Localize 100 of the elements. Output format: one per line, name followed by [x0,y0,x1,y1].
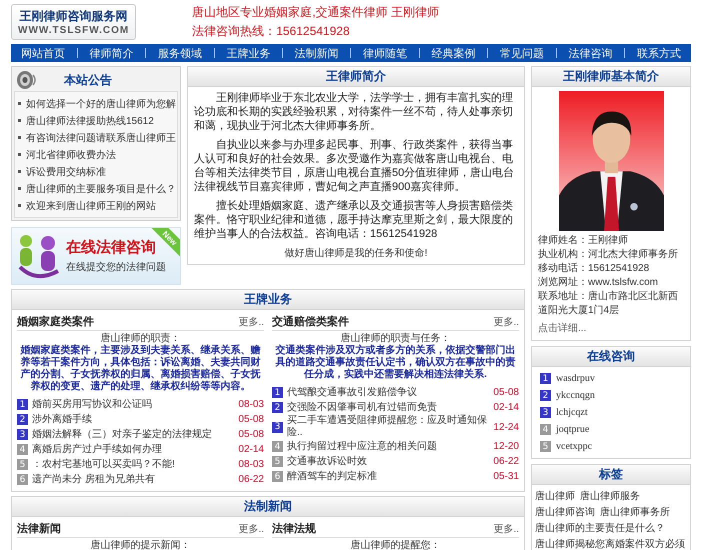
more-link[interactable]: 更多.. [238,522,264,536]
panel-title: 王刚律师基本简介 [563,68,659,85]
lead-text: 唐山律师的提示新闻： [90,540,192,550]
section-subtitle: 交通赔偿类案件 [272,314,349,329]
nav-link[interactable]: 法律咨询 [568,46,613,60]
article-date: 08-03 [238,399,264,410]
logo-url: WWW.TSLSFW.COM [18,25,130,36]
user-link[interactable]: wasdrpuv [556,373,595,384]
article-date: 05-08 [238,414,264,425]
site-logo[interactable]: 王刚律师咨询服务网 WWW.TSLSFW.COM [11,4,136,40]
intro-paragraph: 擅长处理婚姻家庭、遗产继承以及交通损害等人身损害赔偿类案件。恪守职业纪律和道德，愿手持达摩克里斯之剑，最大限度的维护当事人的合法权益。咨询电话：15612541928 [194,199,514,241]
article-link[interactable]: 遗产尚未分 房租为兄弟共有 [32,474,234,486]
bullet-icon [18,119,21,122]
lead-text: 唐山律师的职责： [100,333,182,344]
section-subtitle: 法律法规 [272,522,316,536]
number-badge: 5 [17,459,28,470]
article-date: 06-22 [493,456,519,467]
lead-text: 唐山律师的职责与任务： [340,333,452,344]
number-badge: 2 [272,402,283,413]
tag-link[interactable]: 唐山律师 [535,490,575,504]
article-link[interactable]: 代驾酿交通事故引发赔偿争议 [287,386,490,398]
panel-title: 在线咨询 [587,348,635,365]
nav-link[interactable]: 经典案例 [432,46,476,60]
article-link[interactable]: 婚姻法解释（三）对亲子鉴定的法律规定 [32,428,234,440]
article-date: 02-14 [238,444,264,455]
profile-info: 联系地址：唐山市路北区北新西道阳光大厦1门4层 [538,290,679,318]
tag-link[interactable]: 唐山律师服务 [580,490,640,504]
notice-link[interactable]: 唐山律师的主要服务项目是什么？ [26,182,176,196]
bullet-icon [18,102,21,105]
intro-paragraph: 自执业以来参与办理多起民事、刑事、行政类案件，获得当事人认可和良好的社会效果。多次受邀作为嘉宾做客唐山电视台、电台等相关法律类节目，原唐山电视台直播50分值班律师，唐山电台法律视线节目嘉宾律师，曹妃甸之声直播900嘉宾律师。 [194,138,516,194]
article-link[interactable]: 交强险不因肇事司机有过错而免责 [287,402,490,414]
user-link[interactable]: lchjcqzt [556,407,588,418]
article-link[interactable]: 涉外离婚手续 [32,414,234,426]
lead-text: 唐山律师的提醒您： [350,540,442,550]
panel-title: 王律师简介 [326,68,386,85]
tag-link[interactable]: 唐山律师揭秘您离婚案件双方必须 [535,538,685,550]
number-badge: 4 [272,441,283,452]
section-subtitle: 法律新闻 [17,522,61,536]
article-link[interactable]: 离婚后房产过户手续如何办理 [32,444,234,456]
notice-link[interactable]: 如何选择一个好的唐山律师为您解 [26,96,176,110]
bullet-icon [18,204,21,207]
more-link[interactable]: 更多.. [493,522,519,536]
more-link[interactable]: 更多.. [238,314,264,328]
user-link[interactable]: joqtprue [556,424,590,435]
intro-footer: 做好唐山律师是我的任务和使命! [194,246,518,260]
tag-link[interactable]: 唐山律师咨询 [535,506,595,520]
bullet-icon [18,153,21,156]
details-link[interactable]: 点击详细... [538,321,586,335]
hotline-text: 法律咨询热线：15612541928 [192,23,351,40]
bullet-icon [18,187,21,190]
profile-info: 浏览网址：www.tslsfw.com [538,276,660,290]
nav-link[interactable]: 联系方式 [637,46,682,60]
article-link[interactable]: 执行拘留过程中应注意的相关问题 [287,440,490,452]
article-date: 12-24 [493,422,519,432]
user-link[interactable]: ykccnqgn [556,390,595,401]
number-badge: 3 [272,422,283,432]
article-link[interactable]: 买二手车遭遇受阻律师提醒您：应及时通知保险.. [287,415,490,439]
section-subtitle: 婚姻家庭类案件 [17,314,94,329]
number-badge: 4 [17,444,28,455]
number-badge: 1 [540,373,551,384]
article-date: 05-08 [238,429,264,440]
tag-link[interactable]: 唐山律师的主要责任是什么？ [535,522,665,536]
notice-link[interactable]: 唐山律师法律援助热线15612 [26,114,154,128]
nav-link[interactable]: 王牌业务 [226,46,270,60]
notice-link[interactable]: 有咨询法律问题请联系唐山律师王 [26,130,176,144]
number-badge: 1 [272,387,283,398]
number-badge: 3 [540,407,551,418]
logo-title: 王刚律师咨询服务网 [20,8,128,25]
nav-link[interactable]: 网站首页 [20,46,65,60]
site-tagline: 唐山地区专业婚姻家庭,交通案件律师 王刚律师 [192,4,439,21]
article-link[interactable]: ：农村宅基地可以买卖吗？不能! [32,458,234,470]
more-link[interactable]: 更多.. [493,314,519,328]
case-description: 婚姻家庭类案件，主要涉及到夫妻关系、继承关系、赡养等若干案件方向，具体包括：诉讼离婚、夫妻共同财产的分割、子女抚养权的归属、离婚损害赔偿、子女抚养权的变更、遗产的处理、继承权纠纷等等内容。 [19,345,262,393]
number-badge: 2 [17,414,28,425]
article-date: 06-22 [238,474,264,485]
notice-link[interactable]: 诉讼费用交纳标准 [26,164,106,178]
article-link[interactable]: 婚前买房用写协议和公证吗 [32,398,234,410]
user-link[interactable]: vcetxppc [556,441,592,452]
panel-title: 法制新闻 [244,498,292,515]
article-link[interactable]: 交通事故诉讼时效 [287,456,490,468]
notice-link[interactable]: 河北省律师收费办法 [26,148,116,162]
bullet-icon [18,170,21,173]
tag-link[interactable]: 唐山律师事务所 [600,506,670,520]
panel-title: 标签 [599,466,623,483]
nav-link[interactable]: 法制新闻 [294,46,339,60]
nav-link[interactable]: 律师随笔 [363,46,408,60]
panel-title: 本站公告 [64,72,112,88]
notice-link[interactable]: 欢迎来到唐山律师王刚的网站 [26,198,156,212]
nav-link[interactable]: 常见问题 [500,46,544,60]
bullet-icon [18,136,21,139]
speaker-icon [16,69,38,91]
number-badge: 5 [272,456,283,467]
number-badge: 4 [540,424,551,435]
article-date: 12-20 [493,441,519,452]
article-date: 05-31 [493,471,519,482]
article-link[interactable]: 醉酒驾车的判定标准 [287,470,490,482]
number-badge: 2 [540,390,551,401]
nav-link[interactable]: 服务领域 [158,46,202,60]
nav-link[interactable]: 律师简介 [89,46,134,60]
number-badge: 3 [17,429,28,440]
